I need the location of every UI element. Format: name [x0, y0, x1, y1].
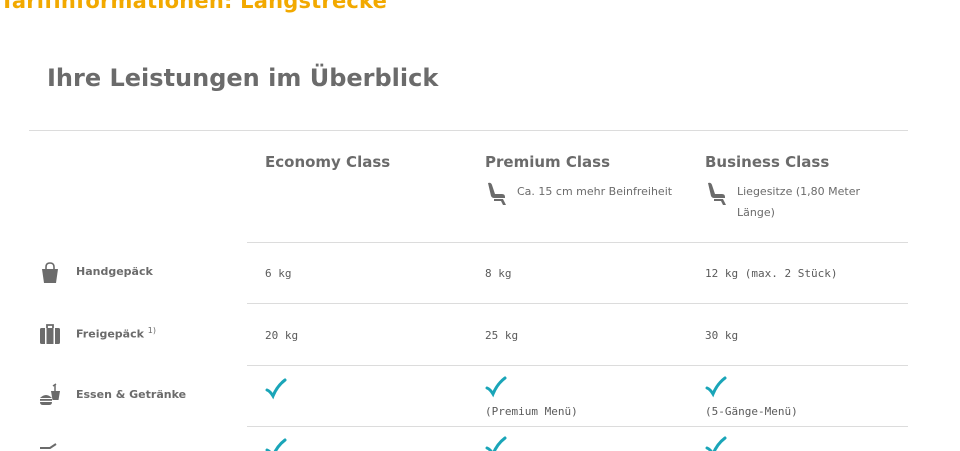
class-header-economy: Economy Class — [265, 153, 390, 171]
cell-essen-business: (5-Gänge-Menü) — [705, 405, 798, 418]
bag-icon — [42, 262, 58, 283]
premium-note: Ca. 15 cm mehr Beinfreiheit — [517, 185, 673, 198]
seat-icon — [488, 182, 506, 205]
class-name-business: Business Class — [705, 153, 830, 171]
check-icon — [705, 376, 727, 398]
business-note: Liegesitze (1,80 Meter Länge) — [737, 185, 860, 219]
cell-freigepaeck-premium: 25 kg — [485, 329, 519, 342]
class-header-business: Business Class Liegesitze (1,80 Meter Lä… — [705, 153, 887, 223]
suitcase-icon — [40, 324, 60, 344]
row-label-essen: Essen & Getränke — [76, 388, 187, 401]
cell-freigepaeck-economy: 20 kg — [265, 329, 299, 342]
check-icon — [265, 378, 287, 400]
row-label-freigepaeck: Freigepäck 1) — [76, 326, 156, 341]
cell-handgepaeck-business: 12 kg (max. 2 Stück) — [705, 267, 838, 280]
check-icon — [485, 376, 507, 398]
row-divider — [247, 365, 908, 366]
row-label-handgepaeck: Handgepäck — [76, 265, 153, 278]
check-icon — [705, 436, 727, 451]
cell-handgepaeck-economy: 6 kg — [265, 267, 292, 280]
row-icon-cut — [40, 443, 57, 449]
row-divider — [247, 303, 908, 304]
class-name-premium: Premium Class — [485, 153, 610, 171]
cell-essen-premium: (Premium Menü) — [485, 405, 578, 418]
cell-freigepaeck-business: 30 kg — [705, 329, 739, 342]
class-name-economy: Economy Class — [265, 153, 391, 171]
header-divider — [29, 130, 908, 131]
food-drink-icon — [40, 383, 60, 405]
check-icon — [265, 438, 287, 451]
cell-handgepaeck-premium: 8 kg — [485, 267, 512, 280]
class-header-premium: Premium Class Ca. 15 cm mehr Beinfreihei… — [485, 153, 672, 207]
section-title: Ihre Leistungen im Überblick — [47, 64, 439, 92]
row-divider — [247, 242, 908, 243]
footnote-ref: 1) — [147, 326, 156, 335]
row-divider — [247, 426, 908, 427]
banner-title: Tarifinformationen: Langstrecke — [0, 0, 388, 13]
check-icon — [485, 436, 507, 451]
seat-icon — [708, 182, 726, 205]
